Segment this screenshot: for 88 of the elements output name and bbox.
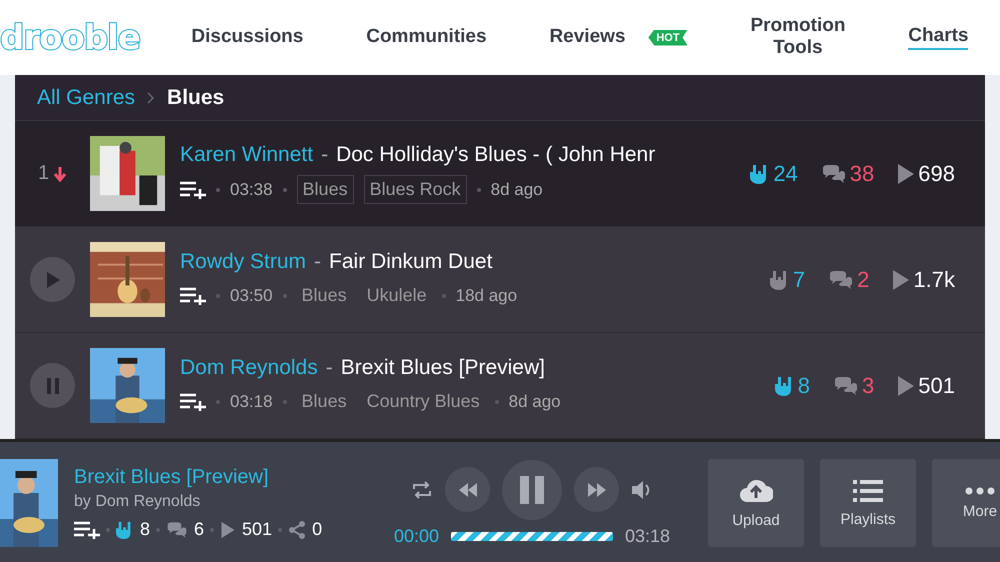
more-icon: [965, 486, 995, 494]
separator: -: [321, 143, 328, 167]
track-age: 8d ago: [490, 180, 543, 200]
cloud-upload-icon: [739, 478, 773, 504]
track-row[interactable]: Rowdy Strum - Fair Dinkum Duet 03:50 Blues Ukulele 18d ago 7 2 1.7k: [15, 227, 985, 333]
genre-tag[interactable]: Ukulele: [362, 282, 432, 309]
track-row[interactable]: 1 Karen Winnett - Doc Holliday's Blues - ( John Henr 03:38 Blues Blues Rock 8d ago 24 38 698: [15, 121, 985, 227]
comments-icon[interactable]: [820, 164, 847, 184]
track-duration: 03:18: [230, 392, 273, 412]
comment-count: 6: [194, 519, 204, 540]
comment-count: 2: [857, 266, 870, 292]
rewind-icon: [458, 482, 478, 496]
more-button[interactable]: More: [932, 459, 1000, 547]
separator-dot: [442, 294, 446, 298]
fast-forward-button[interactable]: [574, 467, 619, 512]
separator-dot: [476, 188, 481, 192]
rewind-button[interactable]: [445, 467, 490, 512]
list-icon: [853, 478, 883, 502]
now-playing-artist[interactable]: by Dom Reynolds: [74, 493, 374, 511]
separator-dot: [282, 400, 287, 404]
track-age: 8d ago: [508, 392, 561, 412]
genre-tag[interactable]: Blues: [296, 282, 352, 309]
separator: -: [326, 356, 333, 380]
track-title[interactable]: Fair Dinkum Duet: [329, 250, 492, 274]
breadcrumb-current: Blues: [167, 86, 224, 110]
nav-link[interactable]: Charts: [908, 24, 968, 50]
artist-link[interactable]: Karen Winnett: [180, 143, 314, 167]
separator-dot: [216, 294, 220, 298]
separator-dot: [216, 400, 220, 404]
fast-forward-icon: [586, 482, 606, 496]
comments-icon[interactable]: [828, 270, 854, 290]
nav-link[interactable]: Promotion Tools: [750, 14, 846, 60]
like-count: 8: [140, 519, 150, 540]
progress-bar[interactable]: [451, 532, 613, 540]
now-playing-title[interactable]: Brexit Blues [Preview]: [74, 466, 374, 489]
artist-link[interactable]: Rowdy Strum: [180, 250, 306, 274]
play-icon: [892, 268, 910, 290]
separator-dot: [494, 400, 499, 404]
rank-number: 1: [38, 162, 50, 185]
genre-tag[interactable]: Blues Rock: [364, 175, 467, 204]
separator: -: [314, 250, 322, 274]
add-to-playlist-icon[interactable]: [180, 286, 206, 304]
play-count: 698: [918, 160, 955, 186]
comment-count: 3: [862, 372, 874, 398]
like-count: 24: [773, 160, 798, 186]
comment-count: 38: [850, 160, 874, 186]
pause-icon: [46, 378, 60, 394]
separator-dot: [282, 188, 287, 192]
nav-link[interactable]: Communities: [366, 26, 487, 50]
breadcrumb-link[interactable]: All Genres: [37, 86, 136, 110]
track-row[interactable]: Dom Reynolds - Brexit Blues [Preview] 03:18 Blues Country Blues 8d ago 8 3 501: [15, 333, 985, 439]
playlists-button[interactable]: Playlists: [820, 459, 916, 547]
add-to-playlist-icon[interactable]: [180, 392, 206, 410]
repeat-icon[interactable]: [411, 480, 433, 500]
play-icon: [897, 374, 916, 396]
like-count: 7: [792, 266, 806, 292]
nav-link[interactable]: Reviews: [549, 26, 626, 50]
share-count: 0: [312, 519, 322, 540]
track-duration: 03:50: [230, 286, 273, 306]
play-count: 1.7k: [913, 266, 955, 292]
add-to-playlist-icon[interactable]: [74, 520, 100, 538]
hot-badge: HOT: [648, 30, 688, 46]
pause-icon: [519, 476, 545, 504]
genre-tag[interactable]: Blues: [296, 175, 354, 204]
upload-button[interactable]: Upload: [708, 459, 804, 547]
add-to-playlist-icon[interactable]: [180, 180, 206, 198]
track-title[interactable]: Brexit Blues [Preview]: [340, 356, 545, 380]
track-age: 18d ago: [456, 286, 518, 306]
separator-dot: [282, 294, 287, 298]
nav-link[interactable]: Discussions: [191, 26, 304, 50]
share-icon[interactable]: [288, 520, 306, 538]
play-icon: [44, 270, 60, 288]
comments-icon[interactable]: [833, 376, 860, 396]
play-icon: [897, 162, 916, 184]
comments-icon[interactable]: [166, 520, 188, 538]
genre-tag[interactable]: Country Blues: [362, 388, 485, 415]
track-title[interactable]: Doc Holliday's Blues - ( John Henr: [336, 143, 656, 167]
chevron-icon: [147, 92, 156, 104]
track-duration: 03:38: [230, 180, 273, 200]
elapsed-time: 00:00: [394, 526, 439, 546]
total-time: 03:18: [625, 526, 670, 546]
separator-dot: [216, 188, 220, 192]
play-count: 501: [918, 372, 955, 398]
play-count: 501: [242, 519, 272, 540]
artist-link[interactable]: Dom Reynolds: [180, 356, 318, 380]
genre-tag[interactable]: Blues: [296, 388, 352, 415]
like-count: 8: [798, 372, 810, 398]
play-icon: [220, 520, 236, 538]
